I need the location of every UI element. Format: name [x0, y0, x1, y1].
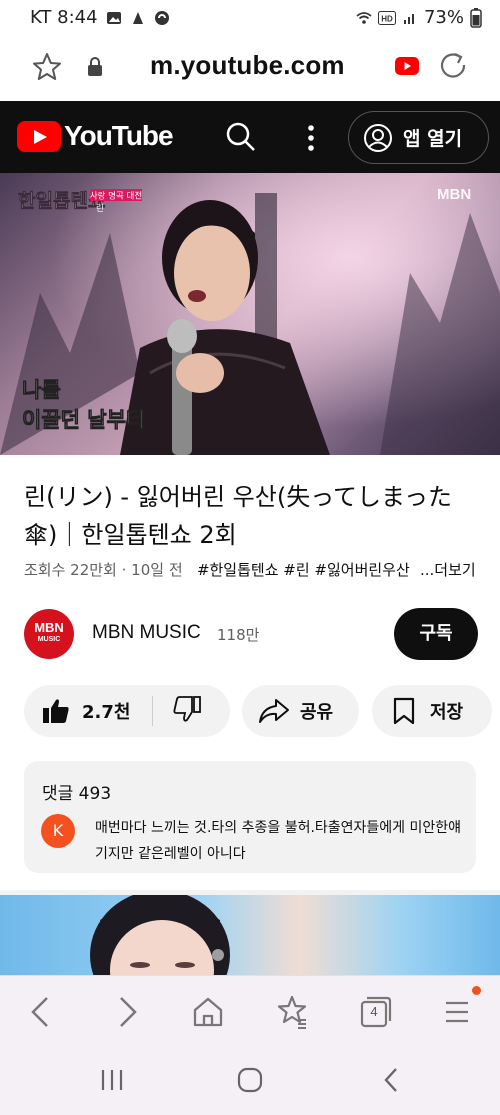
youtube-logo[interactable]: YouTube — [17, 120, 174, 152]
thumbs-down-icon — [173, 695, 201, 722]
share-icon — [259, 699, 289, 723]
more-vert-icon[interactable] — [304, 123, 318, 153]
share-label: 공유 — [300, 702, 334, 723]
show-tag: 사랑 명곡 대전 — [90, 191, 142, 202]
open-app-label: 앱 열기 — [403, 128, 463, 150]
youtube-logo-text: YouTube — [64, 120, 174, 151]
home-icon[interactable] — [188, 992, 228, 1032]
tab-count: 4 — [370, 1004, 378, 1019]
views-and-date: 조회수 22만회 · 10일 전 — [24, 561, 183, 579]
like-dislike-group: 2.7천 — [24, 685, 230, 737]
lock-icon — [88, 57, 102, 76]
avatar-line-1: MBN — [34, 620, 64, 635]
home-system-icon[interactable] — [235, 1065, 265, 1095]
save-label: 저장 — [430, 702, 464, 723]
browser-address-bar: m.youtube.com — [0, 34, 500, 101]
battery-icon — [470, 7, 482, 28]
top-comment-text: 매번마다 느끼는 것.타의 추종을 불허.타출연자들에게 미안한얘기지만 같은레… — [95, 820, 462, 862]
forward-icon[interactable] — [106, 992, 146, 1032]
channel-name[interactable]: MBN MUSIC — [92, 622, 201, 644]
notification-dot — [472, 986, 481, 995]
hashtags[interactable]: #한일톱텐쇼 #린 #잃어버린우산 — [197, 561, 410, 579]
video-frame: 한일톱텐쇼 사랑 명곡 대전 린 MBN 나를 이끌던 날부터 — [0, 173, 500, 455]
account-circle-icon — [364, 123, 392, 152]
caption-line-2: 이끌던 날부터 — [22, 407, 145, 432]
thumbs-up-icon — [43, 699, 69, 723]
caption-line-1: 나를 — [22, 377, 61, 402]
back-system-icon[interactable] — [376, 1065, 406, 1095]
url-text[interactable]: m.youtube.com — [150, 50, 345, 81]
reload-icon[interactable] — [438, 51, 468, 81]
system-navigation-bar — [0, 1045, 500, 1115]
back-icon[interactable] — [22, 992, 62, 1032]
comments-section[interactable]: 댓글 493 K 매번마다 느끼는 것.타의 추종을 불허.타출연자들에게 미안… — [24, 761, 476, 873]
video-title[interactable]: 린(リン) - 잃어버린 우산(失ってしまった傘)｜한일톱텐쇼 2회 — [24, 478, 484, 554]
menu-icon — [446, 1001, 468, 1023]
tabs-button[interactable]: 4 — [356, 992, 396, 1032]
carrier-time: KT 8:44 — [30, 7, 98, 28]
battery-level: 73% — [423, 7, 464, 28]
comments-header: 댓글 493 — [42, 784, 112, 804]
next-video-thumbnail[interactable] — [0, 895, 500, 975]
search-icon[interactable] — [225, 121, 257, 153]
bookmark-icon — [393, 697, 415, 725]
svg-text:HD: HD — [381, 14, 393, 23]
hd-voice-icon: HD — [377, 10, 396, 25]
channel-watermark: MBN — [437, 186, 471, 203]
signal-icon — [403, 13, 414, 24]
next-video-frame — [90, 895, 230, 975]
wifi-icon — [356, 11, 372, 24]
youtube-app-icon[interactable] — [395, 57, 419, 75]
show-tag-sub: 린 — [96, 203, 104, 214]
youtube-play-icon — [17, 120, 61, 152]
video-player[interactable]: 한일톱텐쇼 사랑 명곡 대전 린 MBN 나를 이끌던 날부터 — [0, 173, 500, 455]
status-bar: KT 8:44 HD 73% — [0, 0, 500, 34]
commenter-avatar: K — [41, 814, 75, 848]
browser-bottom-bar: 4 — [0, 975, 500, 1045]
avatar-line-2: MUSIC — [37, 636, 61, 643]
recent-apps-icon[interactable] — [97, 1065, 127, 1095]
like-button[interactable]: 2.7천 — [24, 698, 152, 724]
subscriber-count: 118만 — [217, 626, 260, 644]
gallery-notification-icon — [106, 11, 121, 24]
open-app-button[interactable]: 앱 열기 — [348, 111, 489, 164]
more-button[interactable]: ...더보기 — [416, 559, 476, 580]
channel-avatar[interactable]: MBN MUSIC — [24, 609, 74, 659]
dislike-button[interactable] — [153, 695, 201, 727]
video-meta[interactable]: 조회수 22만회 · 10일 전 #한일톱텐쇼 #린 #잃어버린우산 ...더보… — [24, 559, 494, 580]
youtube-header: YouTube 앱 열기 — [0, 101, 500, 173]
app-notification-icon — [132, 11, 143, 24]
subscribe-button[interactable]: 구독 — [394, 608, 478, 660]
like-count: 2.7천 — [82, 702, 131, 723]
bookmark-star-icon[interactable] — [32, 52, 62, 82]
menu-button[interactable] — [438, 986, 481, 1032]
share-button[interactable]: 공유 — [242, 685, 359, 737]
sync-notification-icon — [154, 10, 169, 25]
bookmarks-icon[interactable] — [272, 992, 312, 1032]
save-button[interactable]: 저장 — [372, 685, 492, 737]
